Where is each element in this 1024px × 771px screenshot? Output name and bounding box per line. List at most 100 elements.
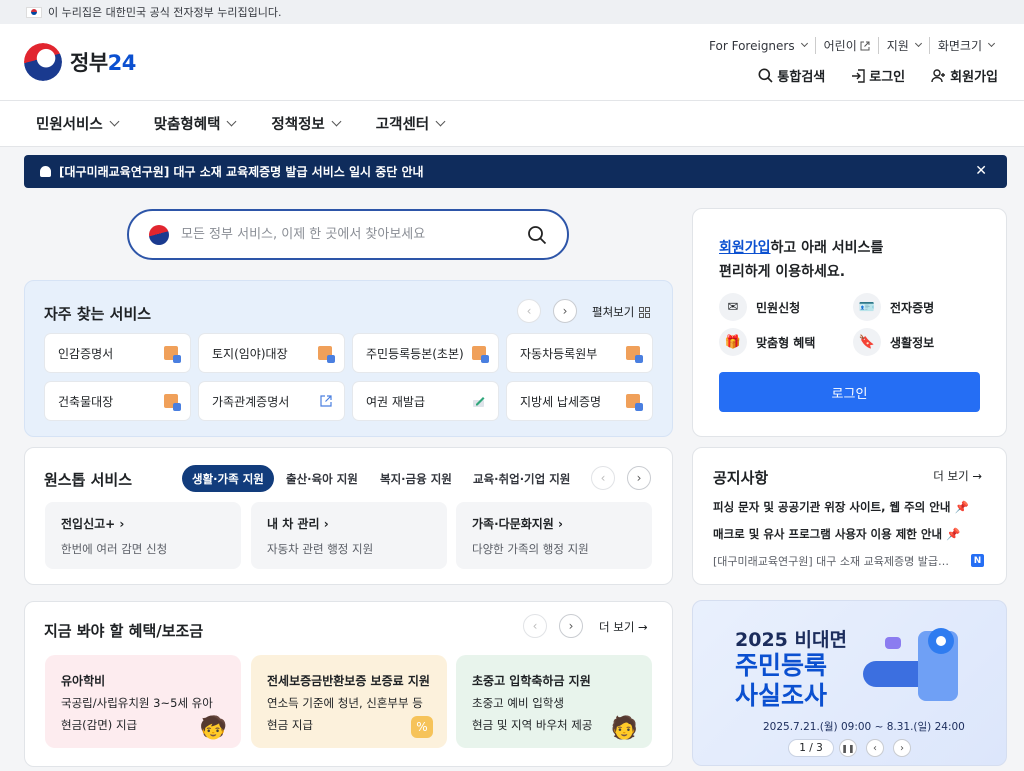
onestop-title: 원스톱 서비스: [44, 471, 133, 489]
more-link[interactable]: 더 보기 →: [933, 468, 982, 484]
service-tile[interactable]: 여권 재발급: [353, 382, 498, 420]
pin-icon: 📌: [946, 527, 961, 541]
service-tile[interactable]: 지방세 납세증명: [507, 382, 652, 420]
close-icon[interactable]: ✕: [975, 163, 987, 179]
mail-icon: ✉: [719, 293, 747, 321]
percent-icon: %: [411, 716, 433, 738]
government-emblem-icon: [149, 224, 169, 245]
login-link[interactable]: 로그인: [851, 66, 905, 85]
korea-flag-icon: [26, 6, 42, 18]
external-link-icon: [860, 41, 870, 50]
signup-link[interactable]: 회원가입: [719, 240, 771, 256]
notice-item[interactable]: [대구미래교육연구원] 대구 소재 교육제증명 발급…: [713, 553, 949, 569]
service-tile[interactable]: 주민등록등본(초본): [353, 334, 498, 372]
bell-icon: [40, 166, 51, 177]
util-support[interactable]: 지원: [877, 37, 929, 54]
notice-item[interactable]: 피싱 문자 및 공공기관 위장 사이트, 웹 주의 안내 📌: [713, 499, 969, 515]
benefit-tile[interactable]: 전세보증금반환보증 보증료 지원 연소득 기준에 청년, 신혼부부 등 현금 지…: [251, 655, 447, 748]
banner-headline: 주민등록 사실조사: [735, 651, 828, 710]
document-icon: [626, 394, 643, 411]
header-actions: 통합검색 로그인 회원가입: [758, 66, 998, 85]
benefit-tile[interactable]: 유아학비 국공립/사립유치원 3~5세 유아 현금(감면) 지급 🧒: [45, 655, 241, 748]
signup-link[interactable]: 회원가입: [931, 66, 998, 85]
util-font-size[interactable]: 화면크기: [928, 37, 1002, 54]
pause-button[interactable]: ❚❚: [839, 739, 857, 757]
chevron-down-icon: [109, 116, 120, 127]
benefits-title: 지금 봐야 할 혜택/보조금: [44, 622, 204, 640]
document-icon: [626, 346, 643, 363]
onestop-tile[interactable]: 전입신고+ › 한번에 여러 감면 신청: [45, 502, 241, 569]
id-card-icon: 🪪: [853, 293, 881, 321]
service-benefits[interactable]: 🎁 맞춤형 혜택: [719, 328, 815, 356]
search-icon[interactable]: [527, 225, 547, 245]
notices-title: 공지사항: [713, 469, 769, 487]
banner-page-indicator: 1 / 3: [788, 739, 834, 757]
frequent-services-title: 자주 찾는 서비스: [44, 305, 152, 323]
more-link[interactable]: 더 보기 →: [599, 619, 648, 635]
login-button[interactable]: 로그인: [719, 372, 980, 412]
document-icon: [164, 394, 181, 411]
prev-button[interactable]: ‹: [517, 299, 541, 323]
official-site-text: 이 누리집은 대한민국 공식 전자정부 누리집입니다.: [48, 6, 282, 19]
prev-button[interactable]: ‹: [591, 466, 615, 490]
site-logo[interactable]: 정부24: [24, 43, 136, 81]
next-button[interactable]: ›: [893, 739, 911, 757]
official-site-bar: 이 누리집은 대한민국 공식 전자정부 누리집입니다.: [0, 0, 1024, 24]
service-tile[interactable]: 자동차등록원부: [507, 334, 652, 372]
pin-icon: 📌: [954, 500, 969, 514]
service-life-info[interactable]: 🔖 생활정보: [853, 328, 934, 356]
tab-education[interactable]: 교육·취업·기업 지원: [463, 465, 580, 492]
child-icon: 🧒: [199, 716, 227, 741]
service-tile[interactable]: 가족관계증명서: [199, 382, 344, 420]
tab-life-family[interactable]: 생활·가족 지원: [182, 465, 274, 492]
chevron-down-icon: [435, 116, 446, 127]
gift-icon: 🎁: [719, 328, 747, 356]
promo-banner[interactable]: 2025 비대면 주민등록 사실조사 2025.7.21.(월) 09:00 ~ …: [692, 600, 1007, 766]
phone-location-icon: [863, 628, 958, 701]
grid-icon: [639, 306, 651, 318]
search-input[interactable]: [181, 227, 521, 242]
service-civil-apply[interactable]: ✉ 민원신청: [719, 293, 800, 321]
edit-icon: [473, 397, 485, 407]
service-tile[interactable]: 건축물대장: [45, 382, 190, 420]
onestop-tile[interactable]: 내 차 관리 › 자동차 관련 행정 지원: [251, 502, 447, 569]
expand-button[interactable]: 펼쳐보기: [592, 304, 651, 320]
util-kids[interactable]: 어린이: [814, 37, 878, 54]
benefit-tile[interactable]: 초중고 입학축하금 지원 초중고 예비 입학생 현금 및 지역 바우처 제공 🧑: [456, 655, 652, 748]
service-tile[interactable]: 토지(임야)대장: [199, 334, 344, 372]
banner-date: 2025.7.21.(월) 09:00 ~ 8.31.(일) 24:00: [763, 721, 965, 733]
prev-button[interactable]: ‹: [523, 614, 547, 638]
chevron-down-icon: [987, 39, 996, 48]
bookmark-icon: 🔖: [853, 328, 881, 356]
main-nav: 민원서비스 맞춤형혜택 정책정보 고객센터: [0, 100, 1024, 147]
nav-custom-benefits[interactable]: 맞춤형혜택: [154, 113, 237, 134]
benefits-card: 지금 봐야 할 혜택/보조금 ‹ › 더 보기 → 유아학비 국공립/사립유치원…: [24, 601, 673, 767]
logo-text: 정부24: [70, 51, 136, 75]
chevron-down-icon: [914, 39, 922, 48]
tab-welfare[interactable]: 복지·금융 지원: [370, 465, 462, 492]
next-button[interactable]: ›: [559, 614, 583, 638]
util-foreigners[interactable]: For Foreigners: [701, 39, 815, 53]
onestop-tile[interactable]: 가족·다문화지원 › 다양한 가족의 행정 지원: [456, 502, 652, 569]
notice-item[interactable]: 매크로 및 유사 프로그램 사용자 이용 제한 안내 📌: [713, 526, 960, 542]
new-badge: N: [971, 554, 984, 567]
service-e-cert[interactable]: 🪪 전자증명: [853, 293, 934, 321]
nav-customer-center[interactable]: 고객센터: [376, 113, 446, 134]
nav-policy-info[interactable]: 정책정보: [271, 113, 342, 134]
tab-childbirth[interactable]: 출산·육아 지원: [276, 465, 368, 492]
emergency-notice-bar[interactable]: [대구미래교육연구원] 대구 소재 교육제증명 발급 서비스 일시 중단 안내 …: [24, 155, 1007, 188]
login-card: 회원가입하고 아래 서비스를 편리하게 이용하세요. ✉ 민원신청 🪪 전자증명 🎁 맞…: [692, 208, 1007, 437]
service-tile[interactable]: 인감증명서: [45, 334, 190, 372]
search-icon: [758, 68, 773, 83]
nav-civil-services[interactable]: 민원서비스: [36, 113, 120, 134]
next-button[interactable]: ›: [553, 299, 577, 323]
chevron-down-icon: [226, 116, 237, 127]
search-box: [127, 209, 569, 260]
emergency-notice-text[interactable]: [대구미래교육연구원] 대구 소재 교육제증명 발급 서비스 일시 중단 안내: [59, 163, 424, 180]
onestop-services-card: 원스톱 서비스 생활·가족 지원 출산·육아 지원 복지·금융 지원 교육·취업…: [24, 447, 673, 585]
banner-line1: 2025 비대면: [735, 629, 847, 651]
utility-menu: For Foreigners 어린이 지원 화면크기: [701, 37, 1002, 54]
unified-search-button[interactable]: 통합검색: [758, 66, 825, 85]
next-button[interactable]: ›: [627, 466, 651, 490]
prev-button[interactable]: ‹: [866, 739, 884, 757]
